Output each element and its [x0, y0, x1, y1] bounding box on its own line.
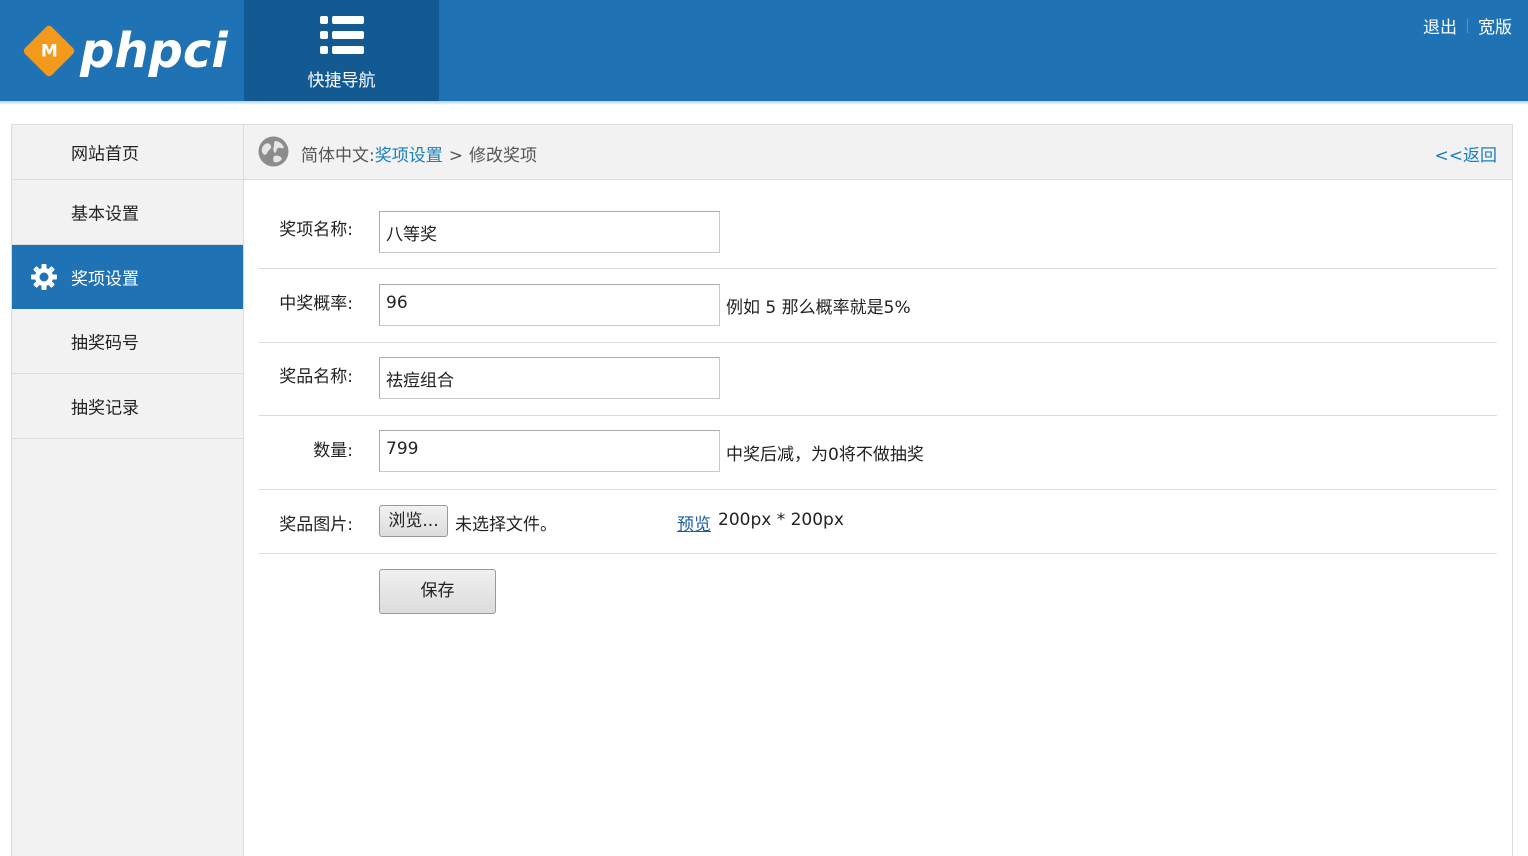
browse-file-button[interactable]: 浏览... — [379, 505, 448, 537]
prize-image-label: 奖品图片: — [279, 515, 353, 535]
widescreen-link[interactable]: 宽版 — [1478, 13, 1512, 38]
breadcrumb-language: 简体中文: — [301, 146, 375, 166]
sidebar-item-home[interactable]: 网站首页 — [12, 125, 243, 180]
sidebar-item-label: 网站首页 — [71, 144, 139, 165]
main-panel: 简体中文:奖项设置 > 修改奖项 <<返回 奖项名称: 八等奖 中奖概率: 96 例… — [244, 124, 1513, 856]
back-link[interactable]: <<返回 — [1435, 141, 1498, 166]
sidebar-item-label: 奖项设置 — [71, 269, 139, 289]
probability-label: 中奖概率: — [279, 294, 353, 314]
sidebar: 网站首页 基本设置 奖项设置 抽奖码号 抽奖记录 — [11, 124, 244, 856]
sidebar-item-award-settings[interactable]: 奖项设置 — [12, 245, 243, 309]
quick-nav-label: 快捷导航 — [307, 71, 376, 91]
quantity-input[interactable]: 799 — [379, 430, 720, 472]
quantity-hint: 中奖后减，为0将不做抽奖 — [726, 445, 924, 465]
logo-badge-letter: M — [40, 40, 58, 61]
logo-text: phpci — [80, 23, 228, 79]
gear-icon — [31, 263, 57, 290]
sidebar-item-label: 抽奖码号 — [71, 333, 139, 354]
award-name-label: 奖项名称: — [279, 220, 353, 240]
save-button[interactable]: 保存 — [379, 569, 496, 614]
prize-name-input[interactable]: 祛痘组合 — [379, 357, 720, 399]
preview-link[interactable]: 预览 — [677, 510, 711, 535]
sidebar-item-draw-records[interactable]: 抽奖记录 — [12, 374, 243, 439]
form-row-prize-image: 奖品图片: 浏览... 未选择文件。 预览 200px * 200px — [259, 490, 1497, 554]
top-links: 退出 宽版 — [1423, 13, 1512, 38]
divider — [1467, 18, 1468, 33]
prize-name-label: 奖品名称: — [279, 367, 353, 387]
sidebar-item-label: 抽奖记录 — [71, 398, 139, 419]
logout-link[interactable]: 退出 — [1423, 13, 1457, 38]
globe-icon — [258, 136, 289, 167]
breadcrumb-bar: 简体中文:奖项设置 > 修改奖项 <<返回 — [244, 125, 1512, 180]
form-row-quantity: 数量: 799 中奖后减，为0将不做抽奖 — [259, 416, 1497, 490]
form-row-award-name: 奖项名称: 八等奖 — [259, 181, 1497, 269]
breadcrumb: 简体中文:奖项设置 > 修改奖项 — [301, 141, 537, 166]
probability-input[interactable]: 96 — [379, 284, 720, 326]
sidebar-item-draw-codes[interactable]: 抽奖码号 — [12, 309, 243, 374]
list-icon — [320, 16, 364, 54]
breadcrumb-separator: > — [448, 146, 463, 166]
sidebar-item-label: 基本设置 — [71, 204, 139, 225]
form-row-prize-name: 奖品名称: 祛痘组合 — [259, 343, 1497, 416]
header-shadow — [0, 101, 1528, 105]
breadcrumb-award-settings-link[interactable]: 奖项设置 — [375, 146, 443, 166]
top-header: M phpci 快捷导航 退出 宽版 — [0, 0, 1528, 101]
form-row-probability: 中奖概率: 96 例如 5 那么概率就是5% — [259, 269, 1497, 343]
logo-badge: M — [22, 24, 76, 78]
probability-hint: 例如 5 那么概率就是5% — [726, 298, 911, 318]
award-name-input[interactable]: 八等奖 — [379, 211, 720, 253]
logo[interactable]: M phpci — [22, 22, 228, 80]
file-status-text: 未选择文件。 — [455, 515, 557, 535]
quantity-label: 数量: — [313, 441, 353, 461]
sidebar-item-basic-settings[interactable]: 基本设置 — [12, 180, 243, 245]
breadcrumb-current: 修改奖项 — [468, 146, 537, 166]
image-size-note: 200px * 200px — [718, 510, 844, 530]
quick-nav-button[interactable]: 快捷导航 — [244, 0, 439, 101]
